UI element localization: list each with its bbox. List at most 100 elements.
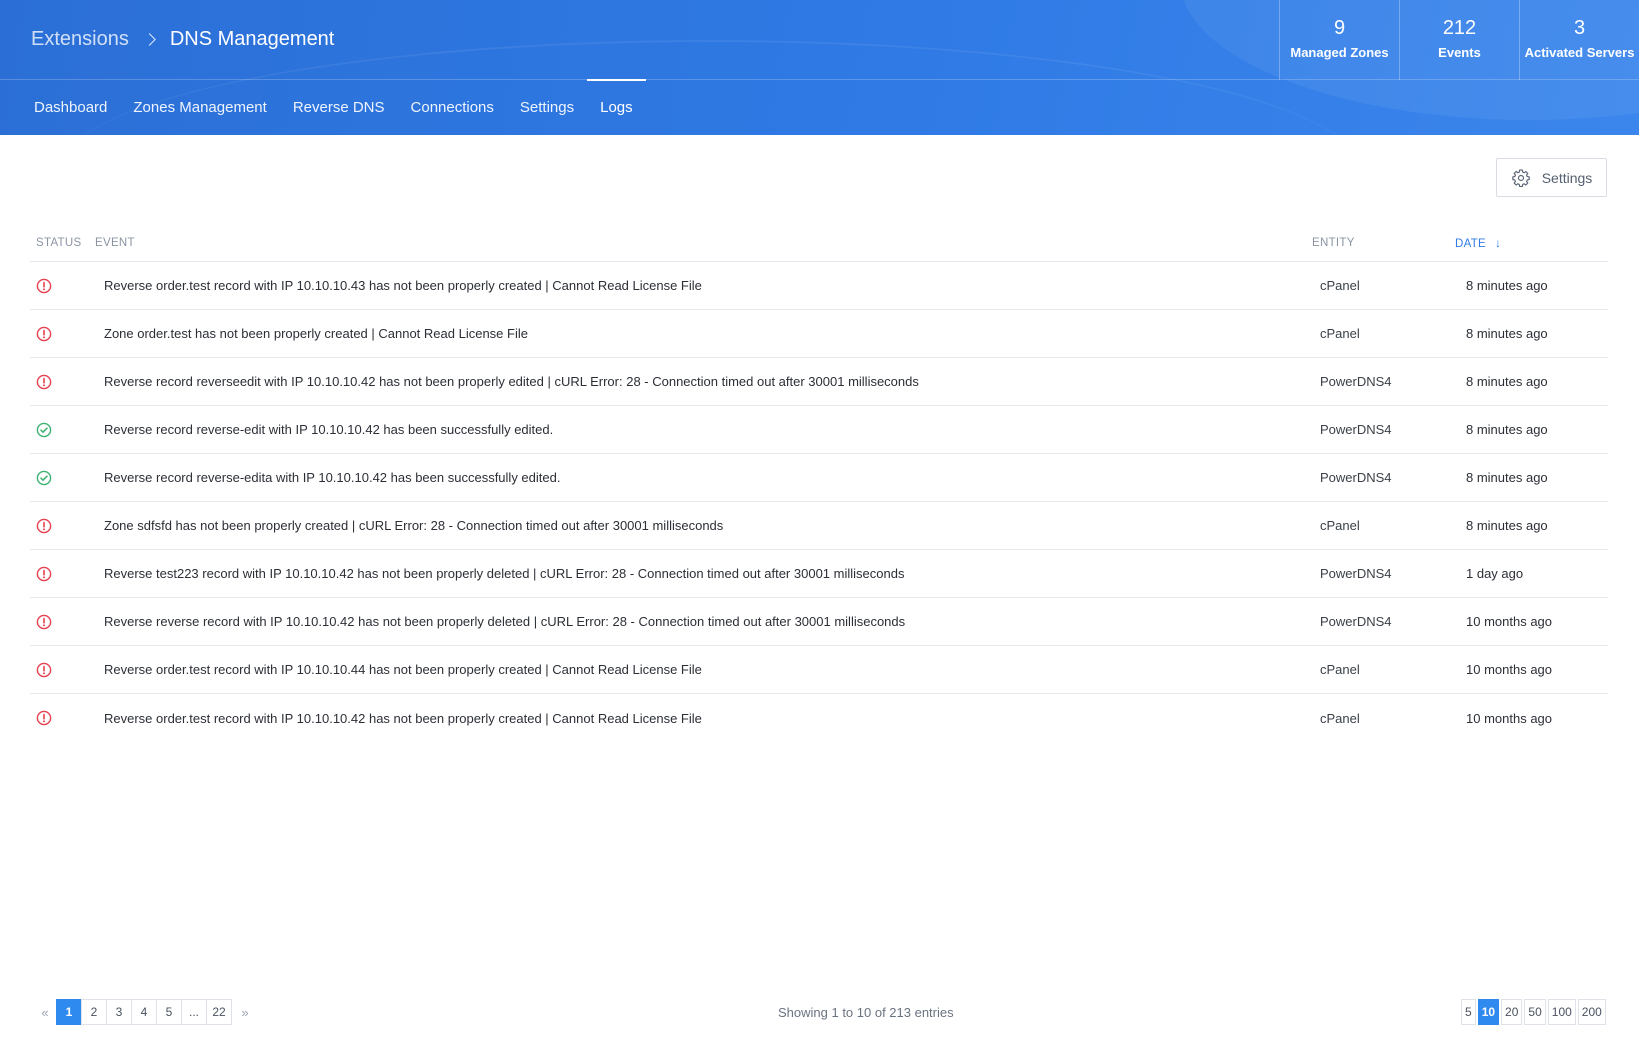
event-cell: Reverse record reverse-edit with IP 10.1… xyxy=(104,422,554,437)
stat-label: Managed Zones xyxy=(1290,45,1389,60)
check-circle-icon xyxy=(36,470,52,485)
entity-cell: cPanel xyxy=(1320,326,1360,341)
entity-cell: PowerDNS4 xyxy=(1320,566,1392,581)
alert-circle-icon xyxy=(36,326,52,341)
table-row[interactable]: Zone order.test has not been properly cr… xyxy=(30,310,1608,358)
date-cell: 1 day ago xyxy=(1466,566,1524,581)
status-cell xyxy=(30,374,95,390)
alert-circle-icon xyxy=(36,614,52,629)
entity-cell: PowerDNS4 xyxy=(1320,422,1392,437)
per-page-option[interactable]: 50 xyxy=(1524,999,1546,1025)
date-cell: 10 months ago xyxy=(1466,614,1553,629)
date-cell: 8 minutes ago xyxy=(1466,470,1548,485)
per-page-option[interactable]: 100 xyxy=(1547,999,1576,1025)
entries-info: Showing 1 to 10 of 213 entries xyxy=(778,1005,954,1020)
check-circle-icon xyxy=(36,422,52,437)
table-row[interactable]: Reverse order.test record with IP 10.10.… xyxy=(30,694,1608,742)
status-cell xyxy=(30,278,95,294)
entity-cell: cPanel xyxy=(1320,662,1360,677)
stat-activated-servers: 3 Activated Servers xyxy=(1519,0,1639,80)
tab-logs[interactable]: Logs xyxy=(587,79,646,135)
breadcrumb-extensions-link[interactable]: Extensions xyxy=(31,28,129,51)
per-page-option[interactable]: 20 xyxy=(1501,999,1523,1025)
table-row[interactable]: Reverse reverse record with IP 10.10.10.… xyxy=(30,598,1608,646)
page-button[interactable]: 4 xyxy=(131,999,157,1025)
alert-circle-icon xyxy=(36,710,52,726)
main-tabs: Dashboard Zones Management Reverse DNS C… xyxy=(21,79,646,135)
alert-circle-icon xyxy=(36,278,52,293)
per-page-option[interactable]: 5 xyxy=(1461,999,1476,1025)
status-cell xyxy=(30,326,95,342)
header-entity[interactable]: ENTITY xyxy=(1312,237,1450,249)
per-page-option[interactable]: 10 xyxy=(1477,999,1500,1025)
alert-circle-icon xyxy=(36,374,52,389)
stat-label: Activated Servers xyxy=(1524,45,1635,60)
alert-circle-icon xyxy=(36,518,52,533)
table-row[interactable]: Reverse test223 record with IP 10.10.10.… xyxy=(30,550,1608,598)
entity-cell: PowerDNS4 xyxy=(1320,614,1392,629)
page-title: DNS Management xyxy=(169,27,335,50)
date-cell: 10 months ago xyxy=(1466,662,1553,677)
logs-table: STATUS EVENT ENTITY DATE ↓ Reverse order.… xyxy=(30,224,1608,742)
settings-button[interactable]: Settings xyxy=(1496,158,1607,197)
tab-zones-management[interactable]: Zones Management xyxy=(120,80,279,135)
date-cell: 8 minutes ago xyxy=(1466,422,1548,437)
header-date-label: DATE xyxy=(1455,237,1487,250)
date-cell: 8 minutes ago xyxy=(1466,518,1548,533)
alert-circle-icon xyxy=(36,566,52,581)
header-event[interactable]: EVENT xyxy=(95,237,1312,249)
tab-settings[interactable]: Settings xyxy=(507,80,587,135)
gear-icon xyxy=(1511,169,1530,187)
table-row[interactable]: Reverse record reverse-edit with IP 10.1… xyxy=(30,406,1608,454)
table-body: Reverse order.test record with IP 10.10.… xyxy=(30,262,1608,742)
page-button[interactable]: 1 xyxy=(56,999,82,1025)
tab-reverse-dns[interactable]: Reverse DNS xyxy=(280,80,398,135)
stat-managed-zones: 9 Managed Zones xyxy=(1279,0,1399,80)
entity-cell: PowerDNS4 xyxy=(1320,374,1392,389)
table-row[interactable]: Reverse record reverse-edita with IP 10.… xyxy=(30,454,1608,502)
table-header: STATUS EVENT ENTITY DATE ↓ xyxy=(30,224,1608,262)
stats-panel: 9 Managed Zones 212 Events 3 Activated S… xyxy=(1279,0,1639,80)
stat-value: 9 xyxy=(1333,17,1346,39)
event-cell: Reverse order.test record with IP 10.10.… xyxy=(104,278,702,293)
event-cell: Zone sdfsfd has not been properly create… xyxy=(104,518,724,533)
entity-cell: cPanel xyxy=(1320,710,1360,726)
event-cell: Reverse record reverse-edita with IP 10.… xyxy=(104,470,561,485)
chevron-right-icon xyxy=(142,32,156,46)
alert-circle-icon xyxy=(36,662,52,677)
table-row[interactable]: Reverse order.test record with IP 10.10.… xyxy=(30,262,1608,310)
event-cell: Zone order.test has not been properly cr… xyxy=(104,326,528,341)
stat-value: 3 xyxy=(1573,17,1586,39)
entity-cell: cPanel xyxy=(1320,518,1360,533)
event-cell: Reverse order.test record with IP 10.10.… xyxy=(104,710,702,726)
stat-events: 212 Events xyxy=(1399,0,1519,80)
date-cell: 8 minutes ago xyxy=(1466,278,1548,293)
double-chevron-left-icon[interactable]: « xyxy=(36,1005,54,1020)
status-cell xyxy=(30,518,95,534)
entity-cell: cPanel xyxy=(1320,278,1360,293)
page-button[interactable]: 5 xyxy=(156,999,182,1025)
stat-label: Events xyxy=(1438,45,1481,60)
arrow-down-icon: ↓ xyxy=(1495,235,1502,250)
page-button[interactable]: 2 xyxy=(81,999,107,1025)
per-page-option[interactable]: 200 xyxy=(1577,999,1606,1025)
table-row[interactable]: Reverse record reverseedit with IP 10.10… xyxy=(30,358,1608,406)
tab-dashboard[interactable]: Dashboard xyxy=(21,80,120,135)
page-button[interactable]: 22 xyxy=(206,999,232,1025)
settings-button-label: Settings xyxy=(1541,169,1593,186)
tab-connections[interactable]: Connections xyxy=(398,80,507,135)
header-date[interactable]: DATE ↓ xyxy=(1450,236,1608,250)
page-button[interactable]: 3 xyxy=(106,999,132,1025)
event-cell: Reverse test223 record with IP 10.10.10.… xyxy=(104,566,905,581)
event-cell: Reverse reverse record with IP 10.10.10.… xyxy=(104,614,906,629)
status-cell xyxy=(30,710,95,726)
per-page-selector: 5 10 20 50 100 200 xyxy=(1459,999,1606,1025)
table-row[interactable]: Zone sdfsfd has not been properly create… xyxy=(30,502,1608,550)
header-status[interactable]: STATUS xyxy=(30,237,95,249)
status-cell xyxy=(30,662,95,678)
page-ellipsis: ... xyxy=(181,999,207,1025)
date-cell: 10 months ago xyxy=(1466,710,1553,726)
app-header: Extensions DNS Management 9 Managed Zone… xyxy=(0,0,1639,135)
table-row[interactable]: Reverse order.test record with IP 10.10.… xyxy=(30,646,1608,694)
double-chevron-right-icon[interactable]: » xyxy=(236,1005,254,1020)
